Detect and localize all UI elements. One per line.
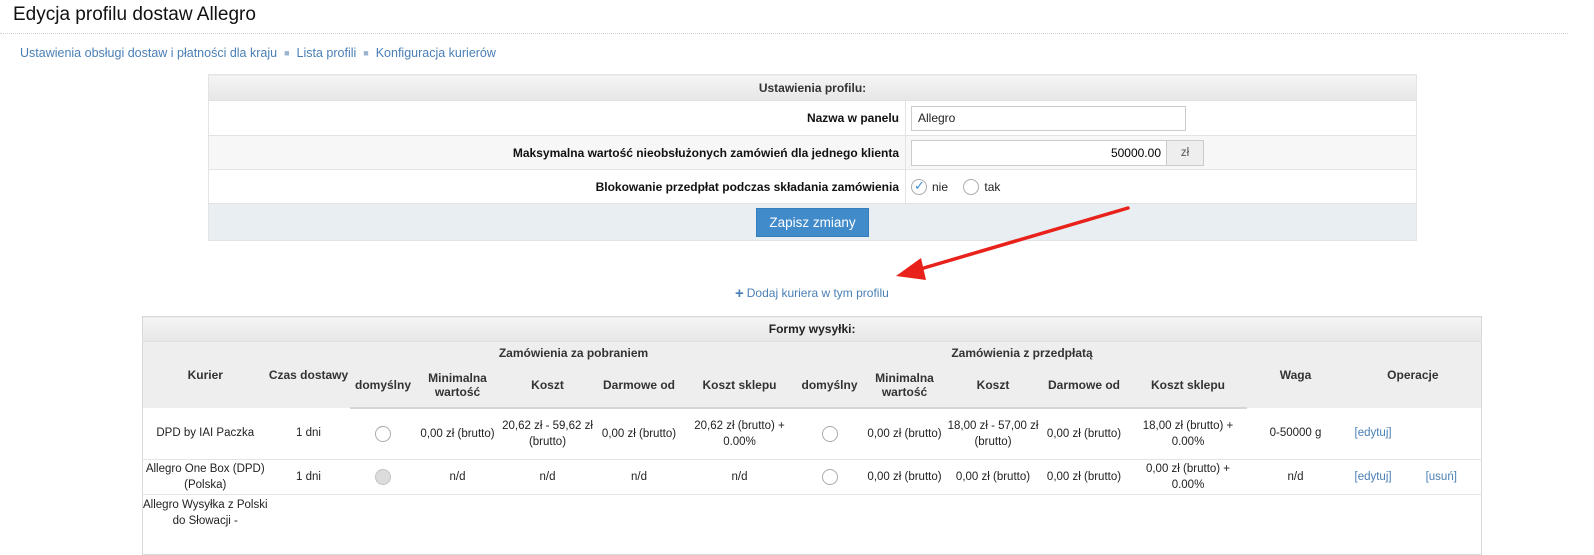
currency-addon: zł bbox=[1167, 139, 1204, 166]
prepaid-default-radio[interactable] bbox=[821, 425, 838, 442]
courier-name: Allegro One Box (DPD) (Polska) bbox=[142, 459, 268, 495]
breadcrumb-link-courier-config[interactable]: Konfiguracja kurierów bbox=[376, 46, 496, 60]
cod-free-from-header: Darmowe od bbox=[596, 363, 682, 409]
courier-name: DPD by IAI Paczka bbox=[142, 407, 268, 460]
delete-link[interactable]: [usuń] bbox=[1426, 471, 1457, 483]
breadcrumb-link-profile-list[interactable]: Lista profili bbox=[297, 46, 357, 60]
breadcrumb-separator: ■ bbox=[363, 48, 369, 58]
shipping-forms-header: Formy wysyłki: bbox=[142, 316, 1482, 342]
prepaid-shop-cost: 0,00 zł (brutto) + 0.00% bbox=[1129, 459, 1247, 495]
cod-cost: n/d bbox=[498, 459, 597, 495]
breadcrumb-link-country-settings[interactable]: Ustawienia obsługi dostaw i płatności dl… bbox=[20, 46, 277, 60]
prepaid-min-value: 0,00 zł (brutto) bbox=[861, 459, 948, 495]
table-row: Allegro Wysyłka z Polski do Słowacji - bbox=[143, 495, 1482, 555]
col-delivery-time: Czas dostawy bbox=[267, 341, 350, 408]
shipping-forms-table: Formy wysyłki: Kurier Czas dostawy Zamów… bbox=[142, 316, 1483, 555]
block-prepayments-label: Blokowanie przedpłat podczas składania z… bbox=[208, 169, 906, 204]
cod-shop-cost: 20,62 zł (brutto) + 0.00% bbox=[681, 407, 798, 460]
col-weight: Waga bbox=[1246, 341, 1345, 408]
delivery-time: 1 dni bbox=[267, 459, 350, 495]
table-row: DPD by IAI Paczka 1 dni 0,00 zł (brutto)… bbox=[142, 407, 1482, 460]
plus-icon: + bbox=[735, 285, 744, 302]
table-row: Allegro One Box (DPD) (Polska) 1 dni n/d… bbox=[142, 459, 1482, 495]
block-yes-radio[interactable] bbox=[963, 178, 980, 195]
save-changes-button[interactable]: Zapisz zmiany bbox=[756, 207, 869, 237]
prepaid-shop-cost: 18,00 zł (brutto) + 0.00% bbox=[1129, 407, 1247, 460]
add-courier-label: Dodaj kuriera w tym profilu bbox=[746, 286, 889, 300]
edit-link[interactable]: [edytuj] bbox=[1355, 471, 1392, 483]
delivery-time: 1 dni bbox=[267, 407, 350, 460]
max-orders-label: Maksymalna wartość nieobsłużonych zamówi… bbox=[208, 135, 906, 170]
cod-default-radio[interactable] bbox=[375, 425, 391, 442]
cod-min-value: n/d bbox=[416, 459, 499, 495]
name-label: Nazwa w panelu bbox=[208, 100, 906, 136]
prepaid-shop-cost-header: Koszt sklepu bbox=[1129, 363, 1247, 409]
cod-cost-header: Koszt bbox=[498, 363, 597, 409]
profile-name-input[interactable] bbox=[911, 105, 1186, 131]
breadcrumb-separator: ■ bbox=[284, 48, 290, 58]
page-title: Edycja profilu dostaw Allegro bbox=[13, 4, 256, 25]
cod-default-radio bbox=[375, 468, 391, 485]
cod-cost: 20,62 zł - 59,62 zł (brutto) bbox=[498, 407, 597, 460]
block-no-radio[interactable] bbox=[911, 178, 927, 195]
prepaid-min-value-header: Minimalna wartość bbox=[861, 363, 948, 409]
group-prepaid: Zamówienia z przedpłatą bbox=[797, 341, 1247, 364]
cod-default-header: domyślny bbox=[349, 363, 417, 409]
edit-link[interactable]: [edytuj] bbox=[1355, 427, 1392, 439]
prepaid-free-from-header: Darmowe od bbox=[1038, 363, 1130, 409]
prepaid-cost: 0,00 zł (brutto) bbox=[947, 459, 1039, 495]
delivery-time bbox=[268, 495, 350, 555]
prepaid-free-from: 0,00 zł (brutto) bbox=[1038, 407, 1130, 460]
courier-name: Allegro Wysyłka z Polski do Słowacji - bbox=[143, 499, 268, 527]
prepaid-default-header: domyślny bbox=[797, 363, 862, 409]
prepaid-free-from: 0,00 zł (brutto) bbox=[1038, 459, 1130, 495]
cod-min-value-header: Minimalna wartość bbox=[416, 363, 499, 409]
col-courier: Kurier bbox=[142, 341, 268, 408]
breadcrumb: Ustawienia obsługi dostaw i płatności dl… bbox=[20, 46, 496, 60]
cod-free-from: 0,00 zł (brutto) bbox=[596, 407, 682, 460]
prepaid-default-radio[interactable] bbox=[821, 468, 838, 485]
max-orders-value-input[interactable] bbox=[911, 139, 1167, 166]
cod-shop-cost: n/d bbox=[681, 459, 798, 495]
add-courier-link[interactable]: + Dodaj kuriera w tym profilu bbox=[735, 284, 889, 302]
group-cod: Zamówienia za pobraniem bbox=[349, 341, 798, 364]
prepaid-min-value: 0,00 zł (brutto) bbox=[861, 407, 948, 460]
weight-range: 0-50000 g bbox=[1246, 407, 1345, 460]
prepaid-cost-header: Koszt bbox=[947, 363, 1039, 409]
col-operations: Operacje bbox=[1344, 341, 1482, 408]
cod-min-value: 0,00 zł (brutto) bbox=[416, 407, 499, 460]
profile-settings-table: Ustawienia profilu: Nazwa w panelu Maksy… bbox=[208, 74, 1417, 241]
prepaid-cost: 18,00 zł - 57,00 zł (brutto) bbox=[947, 407, 1039, 460]
cod-shop-cost-header: Koszt sklepu bbox=[681, 363, 798, 409]
block-no-label: nie bbox=[932, 179, 949, 194]
title-divider bbox=[0, 33, 1568, 34]
weight-range: n/d bbox=[1246, 459, 1345, 495]
profile-settings-header: Ustawienia profilu: bbox=[208, 74, 1417, 101]
block-yes-label: tak bbox=[984, 179, 1001, 194]
cod-free-from: n/d bbox=[596, 459, 682, 495]
